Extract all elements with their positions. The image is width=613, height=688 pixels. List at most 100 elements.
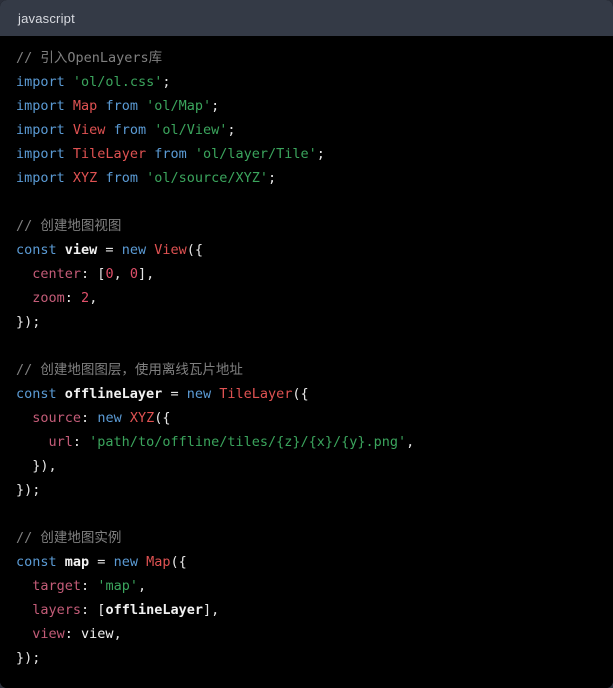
code-line: zoom: 2, [0, 286, 613, 310]
code-token-string: 'ol/Map' [146, 98, 212, 114]
code-line: import View from 'ol/View'; [0, 118, 613, 142]
code-token-plain: ; [268, 170, 277, 186]
code-line: }); [0, 310, 613, 334]
code-token-plain: ; [162, 74, 171, 90]
code-token-string: 'ol/ol.css' [72, 74, 163, 90]
code-token-string: 'ol/View' [154, 122, 228, 138]
code-line: layers: [offlineLayer], [0, 598, 613, 622]
code-token-keyword: import [16, 146, 65, 162]
code-token-keyword: from [154, 146, 187, 162]
code-token-comment: // 创建地图视图 [16, 218, 122, 234]
code-token-plain: : [64, 626, 82, 642]
code-line: view: view, [0, 622, 613, 646]
code-token-keyword: new [186, 386, 212, 402]
code-token-keyword: new [97, 410, 122, 426]
code-line: // 创建地图图层，使用离线瓦片地址 [0, 358, 613, 382]
code-token-keyword: from [105, 98, 138, 114]
code-token-plain: : [81, 578, 98, 594]
code-token-class: View [154, 242, 187, 258]
code-token-plain: : [ [81, 602, 106, 618]
code-line: // 引入OpenLayers库 [0, 46, 613, 70]
code-token-comment: // 创建地图实例 [16, 530, 122, 546]
code-token-key: url [48, 434, 73, 450]
code-token-plain: }), [32, 458, 57, 474]
code-token-key: zoom [32, 290, 65, 306]
code-line: import XYZ from 'ol/source/XYZ'; [0, 166, 613, 190]
code-line: target: 'map', [0, 574, 613, 598]
code-token-keyword: from [113, 122, 147, 138]
code-token-plain: , [113, 626, 122, 642]
code-token-var: map [64, 554, 90, 570]
code-token-plain: ({ [292, 386, 309, 402]
code-token-num: 0 [129, 266, 138, 282]
code-token-plain: , [113, 266, 130, 282]
code-token-var: view [64, 242, 98, 258]
code-block-card: javascript // 引入OpenLayers库 import 'ol/ol… [0, 0, 613, 688]
code-token-string: 'ol/source/XYZ' [146, 170, 269, 186]
code-token-keyword: import [16, 122, 65, 138]
code-line: }); [0, 646, 613, 670]
code-token-string: 'map' [97, 578, 138, 594]
code-token-key: view [32, 626, 65, 642]
code-token-class: TileLayer [219, 386, 293, 402]
code-token-key: layers [32, 602, 82, 618]
code-line: import Map from 'ol/Map'; [0, 94, 613, 118]
code-line: }), [0, 454, 613, 478]
code-token-comment: // 创建地图图层，使用离线瓦片地址 [16, 362, 243, 378]
code-line: center: [0, 0], [0, 262, 613, 286]
code-token-var: offlineLayer [105, 602, 203, 618]
code-line: }); [0, 478, 613, 502]
code-block-header: javascript [0, 0, 613, 36]
code-token-class: XYZ [72, 170, 98, 186]
code-token-string: 'ol/layer/Tile' [194, 146, 317, 162]
code-token-plain: ({ [154, 410, 171, 426]
code-token-string: 'path/to/offline/tiles/{z}/{x}/{y}.png' [89, 434, 407, 450]
code-token-keyword: from [105, 170, 138, 186]
code-token-plain: ; [227, 122, 236, 138]
code-token-plain: , [89, 290, 98, 306]
code-token-plain: ({ [170, 554, 187, 570]
code-token-plain: , [406, 434, 415, 450]
code-token-plain: ; [316, 146, 325, 162]
code-token-plain: }); [16, 482, 41, 498]
code-token-comment: // 引入OpenLayers库 [16, 50, 163, 66]
code-line: source: new XYZ({ [0, 406, 613, 430]
code-token-keyword: import [16, 98, 65, 114]
code-token-key: target [32, 578, 82, 594]
code-token-var: offlineLayer [64, 386, 163, 402]
code-token-plain: = [162, 386, 187, 402]
code-token-plain: ; [211, 98, 220, 114]
code-line: // 创建地图实例 [0, 526, 613, 550]
code-token-key: source [32, 410, 82, 426]
code-token-plain: : [72, 434, 90, 450]
code-token-num: 0 [105, 266, 114, 282]
code-token-class: XYZ [129, 410, 155, 426]
code-token-plain: = [89, 554, 114, 570]
language-label: javascript [18, 10, 75, 26]
code-token-num: 2 [81, 290, 90, 306]
code-content[interactable]: // 引入OpenLayers库 import 'ol/ol.css'; impor… [0, 36, 613, 688]
code-token-plain: }); [16, 314, 41, 330]
